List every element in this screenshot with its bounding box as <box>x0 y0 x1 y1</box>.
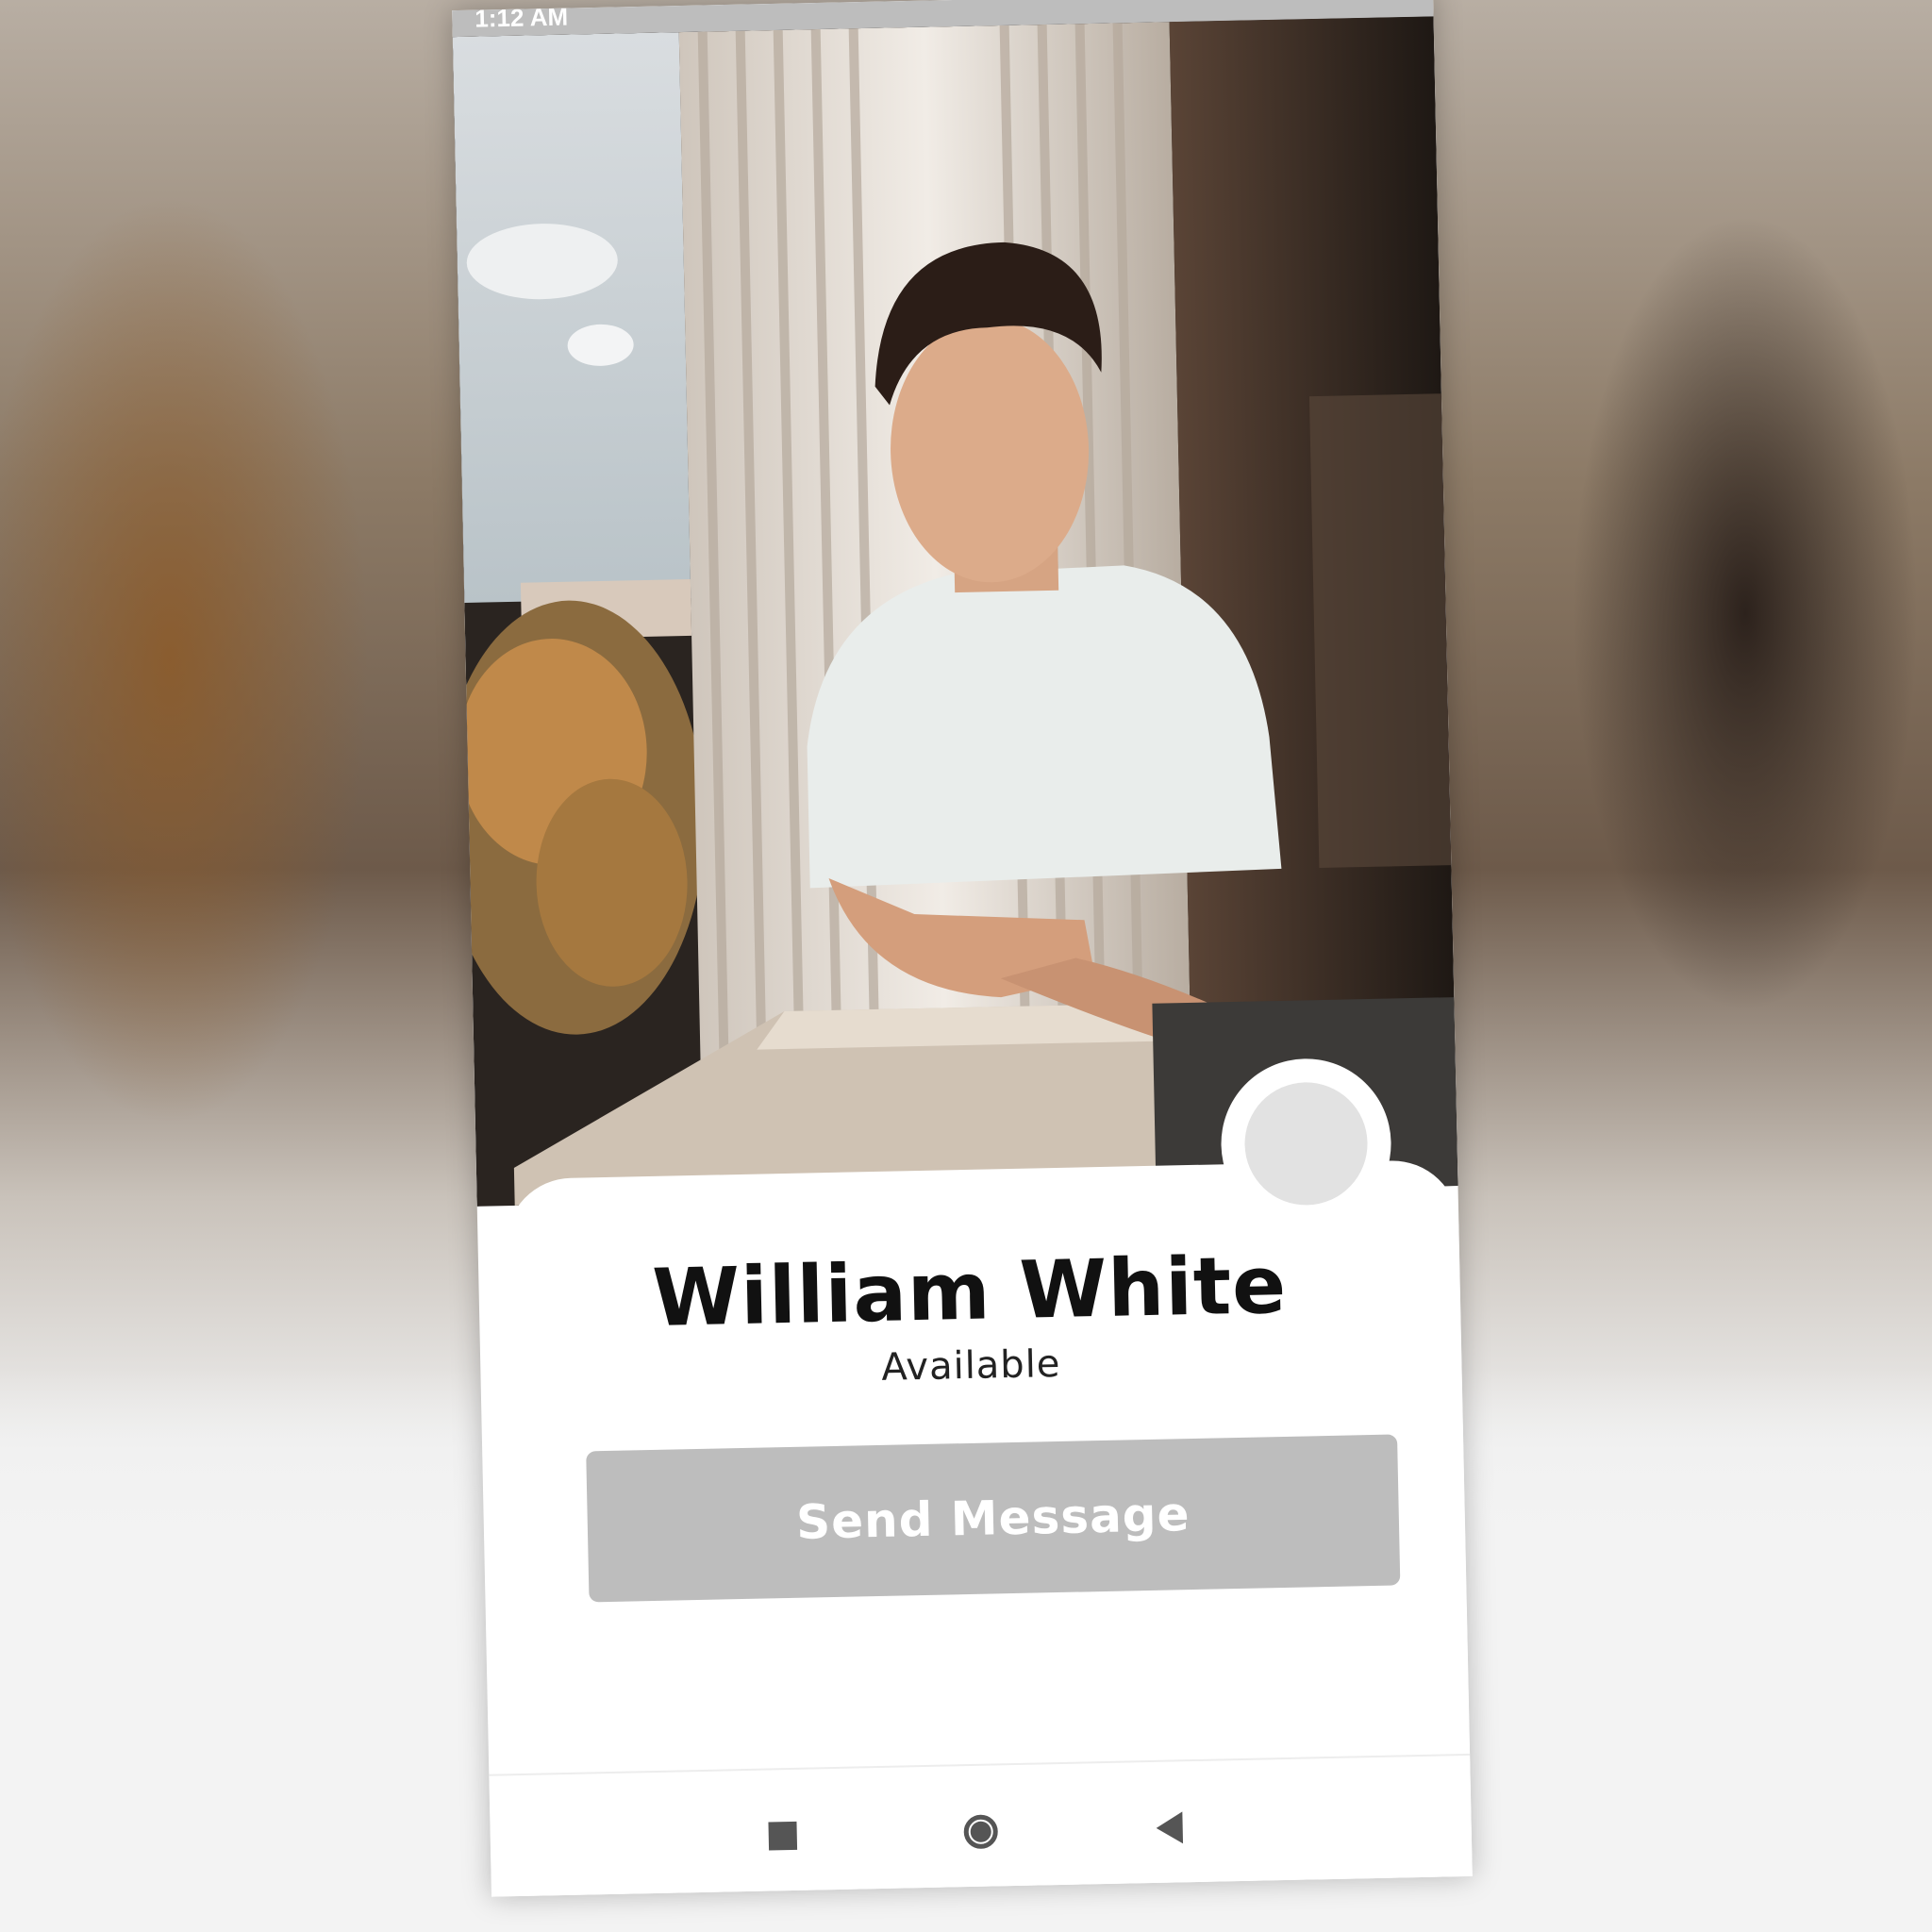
home-button[interactable] <box>952 1803 1009 1860</box>
recent-apps-icon <box>768 1821 798 1851</box>
phone-screen: 1:12 AM William White Available Send Mes… <box>452 0 1473 1897</box>
send-message-button[interactable]: Send Message <box>586 1434 1401 1603</box>
navigation-bar <box>489 1753 1473 1897</box>
home-icon <box>963 1814 999 1850</box>
recent-apps-button[interactable] <box>754 1807 811 1865</box>
back-icon <box>1156 1811 1184 1844</box>
profile-photo <box>452 16 1458 1207</box>
profile-photo-illustration <box>452 16 1458 1206</box>
back-button[interactable] <box>1141 1799 1198 1857</box>
